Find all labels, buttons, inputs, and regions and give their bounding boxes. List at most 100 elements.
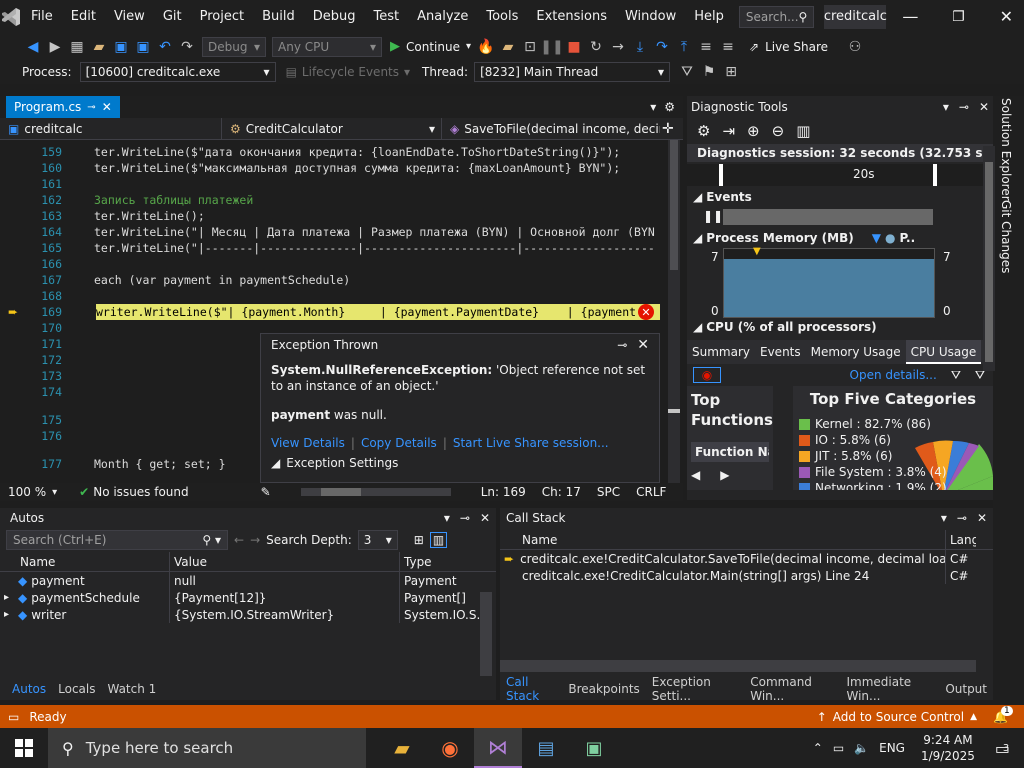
- indent-status[interactable]: SPC: [597, 485, 620, 499]
- scrollbar-thumb[interactable]: [985, 162, 993, 362]
- undo-icon[interactable]: ↶: [154, 36, 176, 58]
- header-lang[interactable]: Lang: [946, 530, 976, 549]
- close-window-button[interactable]: ✕: [982, 7, 1024, 26]
- menu-item[interactable]: File: [22, 0, 62, 33]
- autos-scrollbar[interactable]: [480, 592, 492, 676]
- new-project-icon[interactable]: ▦: [66, 36, 88, 58]
- diag-tab[interactable]: Summary: [687, 340, 755, 364]
- hot-reload-icon[interactable]: 🔥: [475, 36, 497, 58]
- process-dropdown[interactable]: [10600] creditcalc.exe ▾: [79, 62, 276, 82]
- call-stack-hscrollbar[interactable]: [500, 660, 976, 672]
- timeline-selection-end[interactable]: [933, 164, 937, 186]
- header-name[interactable]: Name: [500, 530, 946, 549]
- call-stack-tab[interactable]: Breakpoints: [562, 682, 645, 696]
- menu-item[interactable]: Debug: [304, 0, 365, 33]
- language-indicator[interactable]: ENG: [879, 741, 905, 755]
- header-value[interactable]: Value: [170, 552, 400, 571]
- platform-dropdown[interactable]: Any CPU ▾: [272, 36, 382, 57]
- volume-icon[interactable]: 🔈: [854, 741, 869, 755]
- notifications-bell-icon[interactable]: 🔔 1: [993, 705, 1013, 724]
- view-details-link[interactable]: View Details: [271, 436, 345, 450]
- minimize-button[interactable]: —: [886, 7, 934, 26]
- feedback-icon[interactable]: ⚇: [844, 36, 866, 58]
- save-icon[interactable]: ▣: [110, 36, 132, 58]
- diag-tab[interactable]: Memory Usage: [806, 340, 906, 364]
- back-icon[interactable]: ◀: [22, 36, 44, 58]
- collapse-triangle-icon[interactable]: ◢: [693, 320, 702, 334]
- chevron-up-icon[interactable]: ⌃: [813, 741, 823, 755]
- search-previous-icon[interactable]: ←: [234, 533, 244, 547]
- app-window-icon[interactable]: ▣: [570, 728, 618, 768]
- chevron-down-icon[interactable]: ▾: [941, 511, 947, 525]
- scrollbar-thumb[interactable]: [320, 488, 361, 496]
- split-editor-icon[interactable]: ✛: [662, 121, 674, 137]
- continue-button[interactable]: ▶ Continue ▾: [390, 39, 471, 54]
- autos-search-input[interactable]: Search (Ctrl+E) ⚲ ▾: [6, 530, 228, 550]
- call-stack-tab[interactable]: Exception Setti...: [646, 675, 744, 703]
- file-explorer-icon[interactable]: ▰: [378, 728, 426, 768]
- maximize-button[interactable]: ❐: [934, 9, 982, 25]
- menu-item[interactable]: Tools: [477, 0, 527, 33]
- expand-icon[interactable]: ▸: [4, 592, 14, 603]
- close-tab-icon[interactable]: ✕: [102, 100, 112, 114]
- folder-icon[interactable]: ▰: [497, 36, 519, 58]
- scrollbar-thumb[interactable]: [670, 140, 678, 270]
- header-name[interactable]: Name: [0, 552, 170, 571]
- browser-link-icon[interactable]: ⊡: [519, 36, 541, 58]
- clock[interactable]: 9:24 AM 1/9/2025: [921, 732, 975, 764]
- pin-icon[interactable]: ⊸: [959, 100, 969, 114]
- collapse-triangle-icon[interactable]: ◢: [693, 190, 702, 204]
- zoom-level[interactable]: 100 %: [8, 485, 46, 499]
- git-changes-tab[interactable]: Git Changes: [999, 200, 1013, 273]
- autos-tab[interactable]: Autos: [6, 682, 52, 696]
- restart-icon[interactable]: ↻: [585, 36, 607, 58]
- record-cpu-profile-icon[interactable]: ◉: [693, 367, 721, 383]
- search-depth-dropdown[interactable]: 3 ▾: [357, 530, 398, 550]
- live-share-button[interactable]: ⇗ Live Share: [749, 40, 828, 54]
- action-center-icon[interactable]: ▭ 3: [995, 739, 1010, 758]
- diag-vertical-scrollbar[interactable]: [983, 146, 995, 371]
- menu-item[interactable]: Git: [154, 0, 191, 33]
- stack-frame-icon[interactable]: ⊞: [720, 61, 742, 83]
- menu-item[interactable]: Project: [191, 0, 253, 33]
- editor-horizontal-scrollbar[interactable]: [300, 488, 451, 496]
- show-next-statement-icon[interactable]: →: [607, 36, 629, 58]
- select-tools-icon[interactable]: ⇥: [722, 122, 735, 140]
- function-name-header[interactable]: Function Nan: [691, 442, 769, 462]
- open-details-link[interactable]: Open details...: [850, 368, 937, 382]
- exception-error-icon[interactable]: ✕: [638, 304, 654, 320]
- firefox-icon[interactable]: ◉: [426, 728, 474, 768]
- menu-item[interactable]: Analyze: [408, 0, 477, 33]
- filter-icon[interactable]: ⛛: [951, 368, 961, 383]
- tab-program-cs[interactable]: Program.cs ⊸ ✕: [6, 96, 120, 118]
- exception-settings-toggle[interactable]: ◢ Exception Settings: [261, 450, 659, 470]
- step-over-icon[interactable]: ↷: [651, 36, 673, 58]
- flag-icon[interactable]: ⚑: [698, 61, 720, 83]
- forward-icon[interactable]: ▶: [44, 36, 66, 58]
- chevron-down-icon[interactable]: ▾: [52, 487, 57, 498]
- pin-icon[interactable]: ⊸: [957, 511, 967, 525]
- remote-desktop-icon[interactable]: ▤: [522, 728, 570, 768]
- menu-item[interactable]: Window: [616, 0, 685, 33]
- comment-icon[interactable]: ≡: [695, 36, 717, 58]
- menu-item[interactable]: Help: [685, 0, 733, 33]
- pause-icon[interactable]: ❚❚: [540, 36, 563, 58]
- pin-icon[interactable]: ⊸: [87, 102, 95, 113]
- close-panel-icon[interactable]: ✕: [979, 100, 989, 114]
- settings-gear-icon[interactable]: ⚙: [664, 100, 675, 114]
- class-dropdown[interactable]: ⚙ CreditCalculator ▾: [222, 118, 442, 139]
- call-stack-row[interactable]: creditcalc.exe!CreditCalculator.Main(str…: [500, 567, 993, 584]
- uncomment-icon[interactable]: ≡: [717, 36, 739, 58]
- chevron-down-icon[interactable]: ▾: [943, 100, 949, 114]
- step-into-icon[interactable]: ⤓: [629, 36, 651, 58]
- visual-studio-logo-icon[interactable]: [0, 0, 22, 33]
- diag-tab[interactable]: CPU Usage: [905, 340, 982, 364]
- copy-details-link[interactable]: Copy Details: [361, 436, 437, 450]
- settings-gear-icon[interactable]: ⚙: [697, 122, 710, 140]
- pin-icon[interactable]: ⊸: [460, 511, 470, 525]
- open-folder-icon[interactable]: ▰: [88, 36, 110, 58]
- call-stack-tab[interactable]: Output: [939, 682, 993, 696]
- taskbar-search-box[interactable]: ⚲ Type here to search: [48, 728, 366, 768]
- solution-explorer-tab[interactable]: Solution Explorer: [999, 98, 1013, 201]
- editor-vertical-scrollbar[interactable]: [668, 140, 680, 483]
